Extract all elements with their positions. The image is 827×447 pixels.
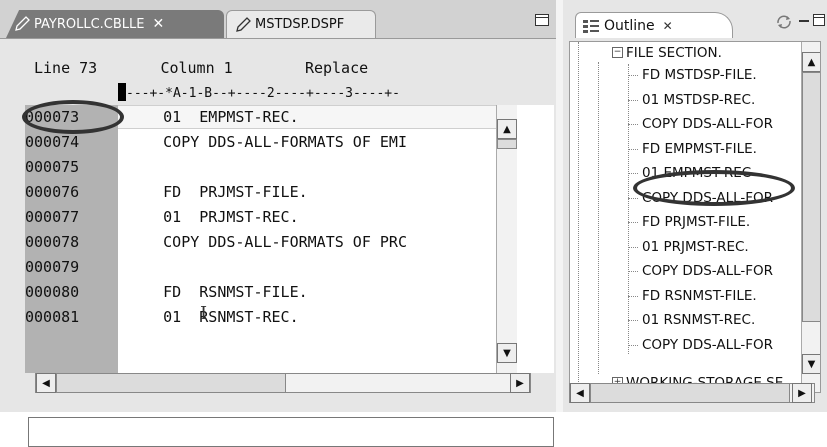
status-line: Line 73 Column 1 Replace: [34, 59, 368, 77]
scroll-left-icon[interactable]: ◀: [570, 383, 590, 403]
outline-item[interactable]: COPY DDS-ALL-FOR: [642, 113, 773, 135]
tree-connector: [628, 344, 638, 346]
maximize-icon[interactable]: [813, 14, 825, 26]
tab-label: MSTDSP.DSPF: [255, 17, 345, 32]
tree-connector: [628, 99, 638, 101]
tree-connector: [628, 75, 638, 76]
scroll-down-icon[interactable]: ▼: [802, 354, 820, 374]
pencil-icon: [236, 16, 251, 32]
tree-connector: [628, 124, 638, 125]
collapse-icon[interactable]: −: [612, 47, 623, 58]
minimize-icon[interactable]: [799, 20, 809, 22]
tree-connector: [628, 197, 638, 199]
outline-item[interactable]: FD PRJMST-FILE.: [642, 211, 750, 233]
code-line[interactable]: COPY DDS-ALL-FORMATS OF PRC: [118, 230, 407, 254]
outline-item[interactable]: FD RSNMST-FILE.: [642, 285, 757, 307]
tree-connector: [628, 246, 638, 248]
code-line[interactable]: 01 PRJMST-REC.: [118, 205, 298, 229]
pencil-icon: [15, 16, 30, 31]
ruler: ---+-*A-1-B--+----2----+----3----+-: [118, 83, 554, 103]
outline-horizontal-scrollbar[interactable]: ◀ ▶: [569, 383, 815, 403]
outline-pane: Outline ✕ − FILE SECTION. FD MSTDSP-FILE…: [563, 0, 827, 412]
code-line[interactable]: FD PRJMST-FILE.: [118, 180, 308, 204]
scroll-right-icon[interactable]: ▶: [792, 383, 812, 403]
code-line[interactable]: 01 RSNMST-REC.: [118, 305, 298, 329]
line-number: 000075: [25, 158, 80, 176]
outline-icon: [583, 19, 599, 33]
tree-line: [578, 42, 579, 382]
tree-line: [598, 62, 599, 374]
code-line[interactable]: FD RSNMST-FILE.: [118, 280, 308, 304]
vertical-scroll-thumb[interactable]: [497, 139, 517, 149]
column-indicator: Column 1: [160, 59, 233, 77]
ruler-text: ---+-*A-1-B--+----2----+----3----+-: [126, 86, 400, 101]
maximize-icon[interactable]: [535, 14, 549, 26]
line-indicator: Line 73: [34, 59, 98, 77]
close-icon[interactable]: ✕: [153, 16, 165, 32]
ruler-cursor: [118, 83, 126, 101]
tree-connector: [628, 320, 638, 321]
outline-tab[interactable]: Outline ✕: [575, 12, 733, 38]
editor-frame: Line 73 Column 1 Replace ---+-*A-1-B--+-…: [0, 39, 556, 447]
tree-line: [628, 64, 629, 354]
mode-indicator: Replace: [304, 59, 369, 77]
code-line[interactable]: COPY DDS-ALL-FORMATS OF EMI: [118, 130, 407, 154]
outline-item[interactable]: COPY DDS-ALL-FOR: [642, 334, 773, 356]
line-number: 000077: [25, 208, 80, 226]
editor-pane: PAYROLLC.CBLLE ✕ MSTDSP.DSPF Line 73 Col…: [0, 0, 556, 447]
tree-connector: [628, 173, 638, 174]
tab-label: PAYROLLC.CBLLE: [34, 16, 145, 32]
tree-connector: [628, 271, 638, 272]
scroll-up-icon[interactable]: ▲: [802, 52, 820, 72]
vertical-scrollbar[interactable]: ▲ ▼: [496, 105, 517, 373]
outline-item[interactable]: FD MSTDSP-FILE.: [642, 64, 757, 86]
outline-item[interactable]: 01 PRJMST-REC.: [642, 236, 749, 258]
horizontal-scroll-thumb[interactable]: [56, 373, 286, 393]
tree-connector: [628, 222, 638, 223]
scroll-down-icon[interactable]: ▼: [497, 343, 517, 363]
outline-h-scroll-thumb[interactable]: [590, 383, 790, 403]
tab-mstdsp[interactable]: MSTDSP.DSPF: [226, 10, 376, 38]
outline-scroll-thumb[interactable]: [802, 72, 820, 322]
text-cursor-icon: I: [200, 303, 208, 324]
pane-separator[interactable]: [556, 0, 563, 412]
line-number: 000081: [25, 308, 80, 326]
scroll-left-icon[interactable]: ◀: [36, 373, 56, 393]
editor-tab-bar: PAYROLLC.CBLLE ✕ MSTDSP.DSPF: [0, 0, 556, 39]
highlight-oval: [633, 170, 795, 206]
line-number: 000080: [25, 283, 80, 301]
line-number: 000076: [25, 183, 80, 201]
scroll-right-icon[interactable]: ▶: [510, 373, 530, 393]
outline-item[interactable]: COPY DDS-ALL-FOR: [642, 260, 773, 282]
highlight-oval: [22, 100, 124, 134]
close-icon[interactable]: ✕: [663, 19, 673, 33]
tab-payrollc[interactable]: PAYROLLC.CBLLE ✕: [6, 10, 224, 38]
line-number: 000078: [25, 233, 80, 251]
outline-title: Outline: [604, 17, 655, 34]
code-line[interactable]: 01 EMPMST-REC.: [118, 105, 298, 129]
scroll-up-icon[interactable]: ▲: [497, 119, 517, 139]
tree-connector: [628, 295, 638, 297]
outline-item[interactable]: FD EMPMST-FILE.: [642, 138, 757, 160]
horizontal-scrollbar[interactable]: ◀ ▶: [35, 373, 531, 393]
outline-item[interactable]: 01 MSTDSP-REC.: [642, 89, 755, 111]
line-number: 000079: [25, 258, 80, 276]
outline-vertical-scrollbar[interactable]: ▲ ▼: [801, 42, 820, 392]
command-line-input[interactable]: [28, 417, 554, 447]
sync-icon[interactable]: [775, 14, 793, 30]
outline-tree: − FILE SECTION. FD MSTDSP-FILE. 01 MSTDSP…: [569, 41, 821, 393]
outline-item[interactable]: 01 RSNMST-REC.: [642, 309, 755, 331]
tree-node-file-section[interactable]: FILE SECTION.: [626, 42, 722, 64]
tree-connector: [628, 148, 638, 150]
